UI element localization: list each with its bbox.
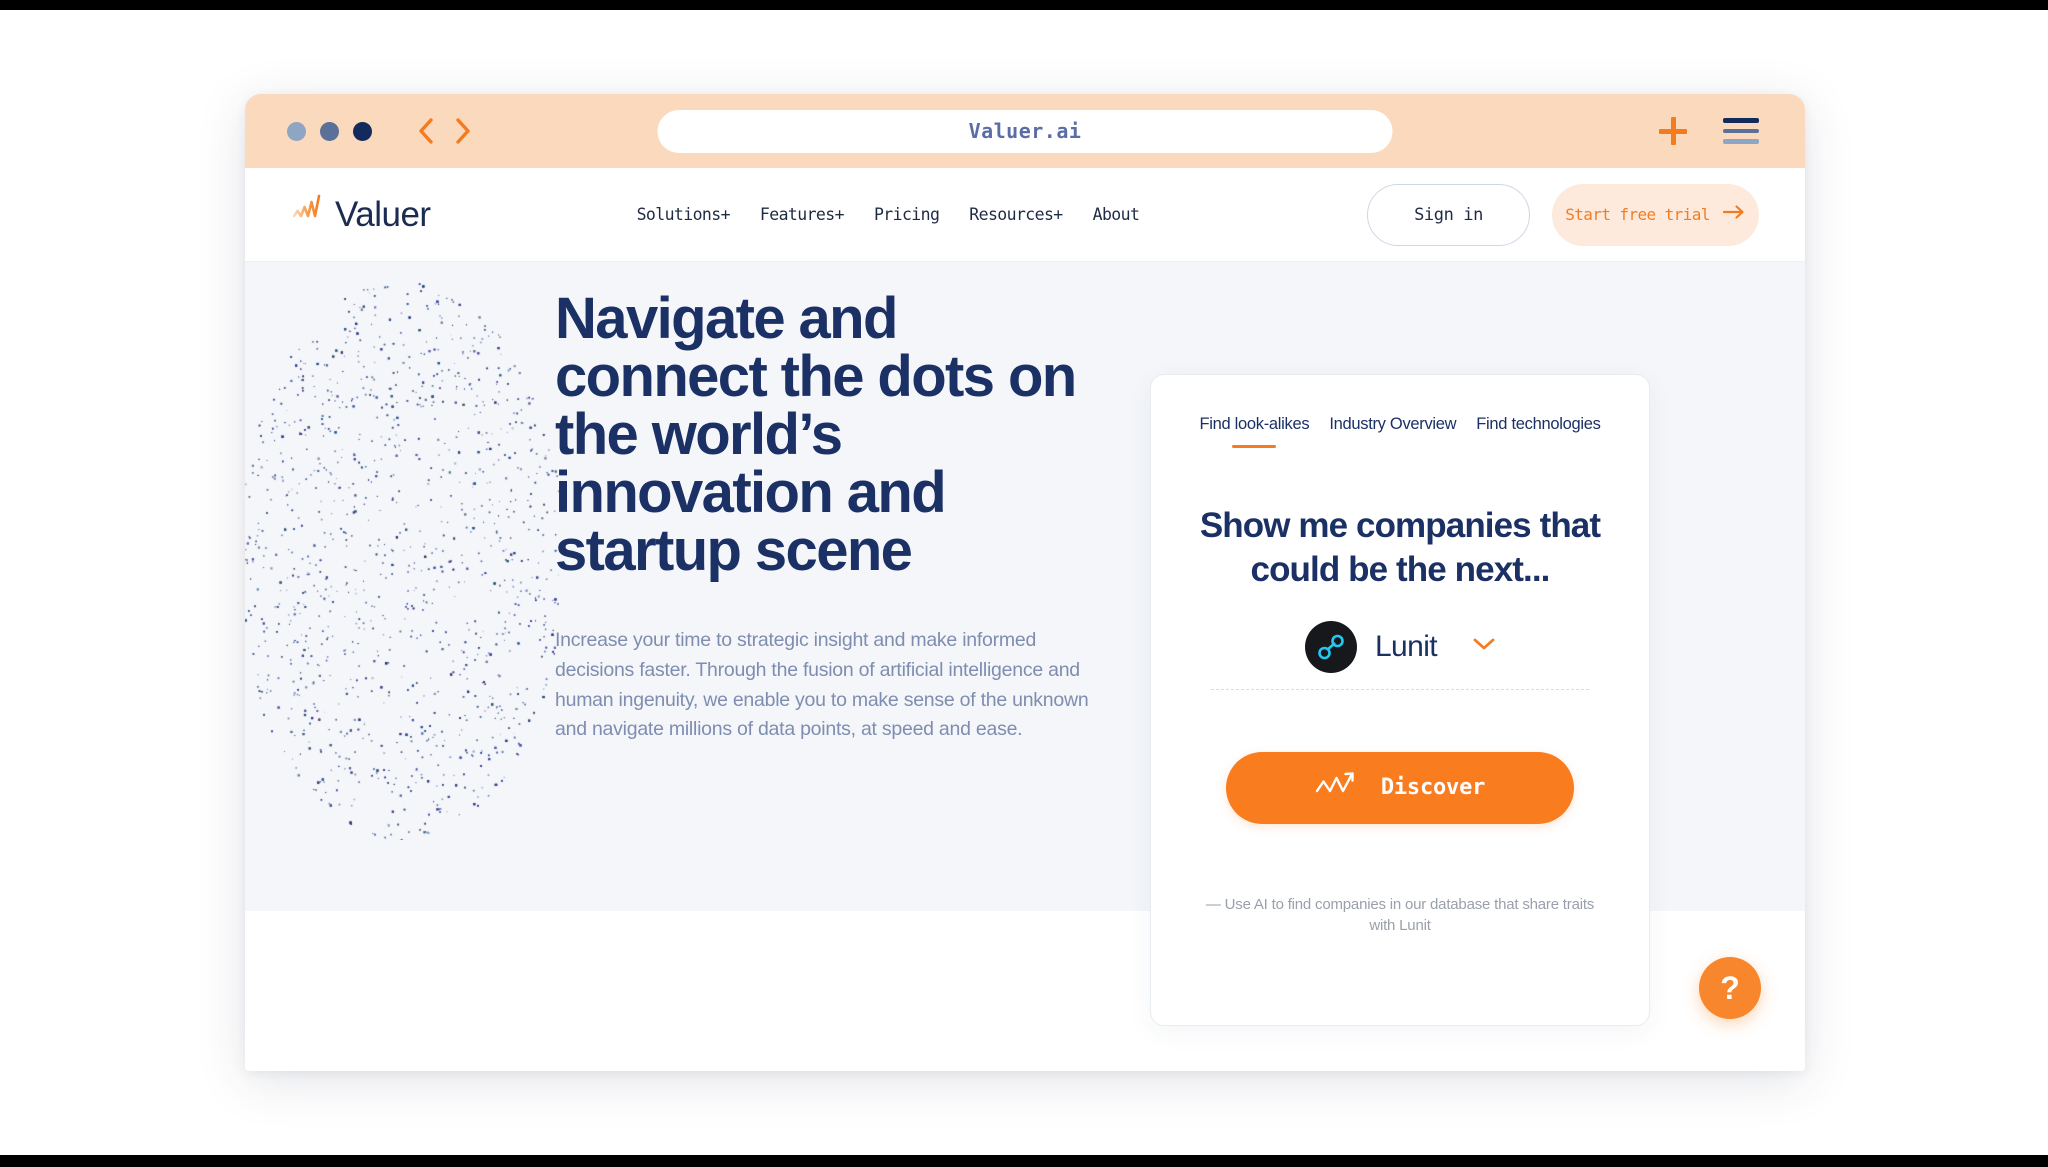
- particle-dot-cloud: [245, 280, 559, 840]
- browser-window: Valuer.ai Valuer Solutions+ Features+ Pr…: [245, 94, 1805, 1071]
- lunit-node-link-logo-icon: [1304, 620, 1357, 673]
- site-navbar: Valuer Solutions+ Features+ Pricing Reso…: [245, 168, 1805, 262]
- window-controls[interactable]: [287, 121, 372, 141]
- chevron-left-icon[interactable]: [416, 117, 436, 145]
- hamburger-menu-icon[interactable]: [1723, 118, 1759, 144]
- discover-button[interactable]: Discover: [1226, 751, 1574, 824]
- window-dot-3-icon[interactable]: [353, 121, 372, 141]
- start-free-trial-label: Start free trial: [1565, 204, 1710, 224]
- chevron-right-icon[interactable]: [453, 117, 473, 145]
- tab-industry-overview[interactable]: Industry Overview: [1329, 415, 1456, 448]
- tab-find-look-alikes[interactable]: Find look-alikes: [1199, 415, 1309, 448]
- site-logo-text: Valuer: [335, 195, 431, 234]
- browser-chrome-actions: [1659, 117, 1759, 145]
- widget-heading: Show me companies that could be the next…: [1199, 506, 1601, 590]
- window-dot-1-icon[interactable]: [287, 121, 306, 141]
- wave-logo-icon: [292, 194, 335, 235]
- arrow-right-icon: [1722, 204, 1745, 225]
- trending-up-zigzag-icon: [1315, 771, 1359, 804]
- widget-tabs: Find look-alikes Industry Overview Find …: [1185, 415, 1615, 448]
- window-dot-2-icon[interactable]: [320, 121, 339, 141]
- menu-item-about[interactable]: About: [1093, 205, 1140, 224]
- menu-item-resources[interactable]: Resources+: [969, 205, 1063, 224]
- nav-actions: Sign in Start free trial: [1367, 183, 1759, 246]
- frame-top-bar: [0, 0, 2048, 10]
- menu-item-features[interactable]: Features+: [760, 205, 845, 224]
- company-select-dropdown[interactable]: Lunit: [1211, 620, 1589, 690]
- chevron-down-icon[interactable]: [1473, 637, 1495, 656]
- sign-in-button[interactable]: Sign in: [1367, 183, 1530, 246]
- browser-nav-arrows[interactable]: [416, 117, 473, 145]
- menu-item-pricing[interactable]: Pricing: [874, 205, 940, 224]
- menu-item-solutions[interactable]: Solutions+: [637, 205, 731, 224]
- selected-company-name: Lunit: [1374, 629, 1438, 663]
- site-logo[interactable]: Valuer: [292, 194, 431, 235]
- main-menu: Solutions+ Features+ Pricing Resources+ …: [637, 205, 1140, 224]
- start-free-trial-button[interactable]: Start free trial: [1552, 183, 1759, 246]
- hero-copy: Navigate and connect the dots on the wor…: [555, 290, 1115, 745]
- widget-footnote: — Use AI to find companies in our databa…: [1205, 895, 1595, 934]
- address-bar[interactable]: Valuer.ai: [657, 109, 1393, 153]
- frame-bottom-bar: [0, 1155, 2048, 1167]
- help-button[interactable]: ?: [1699, 957, 1761, 1019]
- plus-icon[interactable]: [1659, 117, 1687, 145]
- page-title: Navigate and connect the dots on the wor…: [555, 286, 1077, 583]
- search-widget-card: Find look-alikes Industry Overview Find …: [1150, 374, 1650, 1026]
- screenshot-stage: Valuer.ai Valuer Solutions+ Features+ Pr…: [0, 0, 2048, 1167]
- address-bar-text: Valuer.ai: [968, 119, 1082, 143]
- hero-subtitle: Increase your time to strategic insight …: [555, 629, 1089, 741]
- tab-find-technologies[interactable]: Find technologies: [1476, 415, 1601, 448]
- browser-chrome-bar: Valuer.ai: [245, 94, 1805, 168]
- discover-label: Discover: [1380, 775, 1486, 801]
